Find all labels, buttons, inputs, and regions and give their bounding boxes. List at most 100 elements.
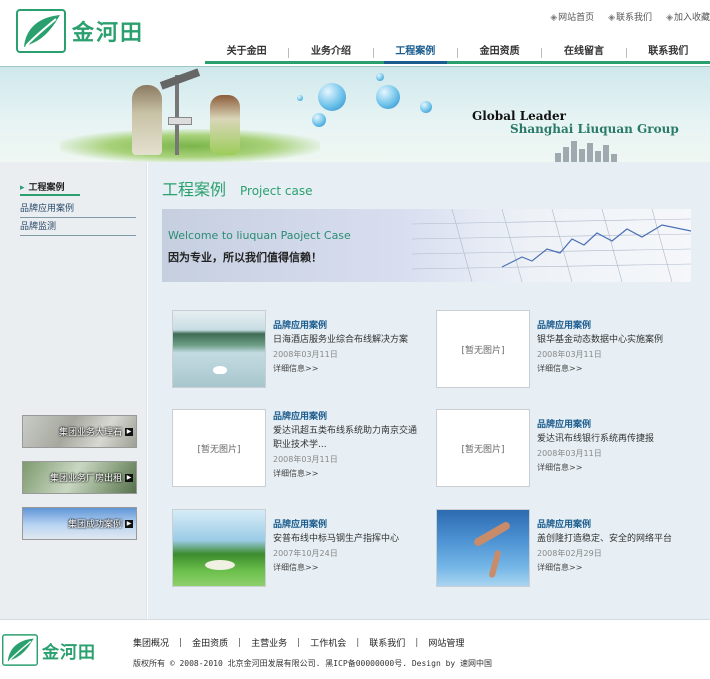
footer-link-overview[interactable]: 集团概况 [133,636,169,649]
nav-item-cases[interactable]: 工程案例 [374,42,457,64]
page-title-cn: 工程案例 [162,180,227,199]
main-nav: 关于金田 业务介绍 工程案例 金田资质 在线留言 联系我们 [205,42,710,64]
diver-shape [488,549,502,579]
case-card[interactable]: [暂无图片] 品牌应用案例 银华基金动态数据中心实施案例 2008年03月11日… [436,310,686,392]
case-description[interactable]: 盖创隆打造稳定、安全的网络平台 [537,532,697,546]
sidebar-title: ▸ 工程案例 [20,180,65,193]
case-more-link[interactable]: 详细信息>> [537,461,697,475]
case-thumbnail[interactable] [172,310,266,388]
case-info: 品牌应用案例 日海酒店服务业综合布线解决方案 2008年03月11日 详细信息>… [273,320,433,376]
case-card[interactable]: [暂无图片] 品牌应用案例 爱达讯超五类布线系统助力南京交通职业技术学... 2… [172,409,422,491]
top-link-home[interactable]: ◈网站首页 [550,10,594,23]
logo-text: 金河田 [42,642,96,663]
sidebar-banner-marble[interactable]: 集团业务大理石 ▶ [22,415,137,448]
case-category[interactable]: 品牌应用案例 [273,411,423,424]
page-title: 工程案例 Project case [162,176,312,200]
no-image-placeholder: [暂无图片] [461,444,505,455]
case-category[interactable]: 品牌应用案例 [537,320,697,333]
nav-item-business[interactable]: 业务介绍 [289,42,372,61]
play-arrow-icon: ▶ [125,473,133,482]
welcome-banner: Welcome to liuquan Paoject Case 因为专业，所以我… [162,209,691,282]
footer: 金河田 集团概况 | 金田资质 | 主营业务 | 工作机会 | 联系我们 | 网… [0,619,710,679]
footer-logo[interactable]: 金河田 [2,630,116,670]
case-card[interactable]: 品牌应用案例 盖创隆打造稳定、安全的网络平台 2008年02月29日 详细信息>… [436,509,686,591]
no-image-placeholder: [暂无图片] [197,444,241,455]
footer-divider: | [238,637,242,648]
play-arrow-icon: ▶ [125,427,133,436]
case-thumbnail[interactable]: [暂无图片] [436,310,530,388]
sidebar-item-brand-cases[interactable]: 品牌应用案例 [20,202,136,218]
case-card[interactable]: 品牌应用案例 日海酒店服务业综合布线解决方案 2008年03月11日 详细信息>… [172,310,422,392]
sidebar-item-brand-monitoring[interactable]: 品牌监测 [20,220,136,236]
case-more-link[interactable]: 详细信息>> [273,362,433,376]
case-description[interactable]: 爱达讯超五类布线系统助力南京交通职业技术学... [273,424,423,452]
top-link-contact[interactable]: ◈联系我们 [608,10,652,23]
sidebar-banner-label: 集团成功案例 [67,520,122,530]
case-date: 2008年03月11日 [537,350,602,359]
case-thumbnail[interactable]: [暂无图片] [436,409,530,487]
case-info: 品牌应用案例 盖创隆打造稳定、安全的网络平台 2008年02月29日 详细信息>… [537,519,697,575]
case-date: 2008年02月29日 [537,549,602,558]
nav-item-message[interactable]: 在线留言 [542,42,625,61]
case-more-link[interactable]: 详细信息>> [537,561,697,575]
stock-chart-graphic [412,209,691,282]
banner-sign [168,117,192,125]
arrow-right-icon: ▸ [20,183,25,193]
bubble-icon [318,83,346,111]
case-card[interactable]: 品牌应用案例 安普布线中标马钢生产指挥中心 2007年10月24日 详细信息>> [172,509,422,591]
top-link-bookmark[interactable]: ◈加入收藏 [666,10,710,23]
top-link-label: 加入收藏 [673,13,710,23]
case-date: 2008年03月11日 [273,350,338,359]
sidebar: ▸ 工程案例 品牌应用案例 品牌监测 集团业务大理石 ▶ 集团业务厂房出租 ▶ 集… [0,162,147,619]
case-thumbnail[interactable]: [暂无图片] [172,409,266,487]
case-more-link[interactable]: 详细信息>> [273,467,423,481]
nav-item-qualification[interactable]: 金田资质 [458,42,541,61]
sidebar-banner-factory[interactable]: 集团业务厂房出租 ▶ [22,461,137,494]
case-description[interactable]: 银华基金动态数据中心实施案例 [537,333,697,347]
case-thumbnail[interactable] [436,509,530,587]
sidebar-list: 品牌应用案例 品牌监测 [20,202,136,238]
case-date: 2008年03月11日 [537,449,602,458]
footer-divider: | [356,637,360,648]
footer-divider: | [179,637,183,648]
welcome-text-cn: 因为专业，所以我们值得信赖！ [168,251,322,264]
footer-link-qualification[interactable]: 金田资质 [192,636,228,649]
footer-link-jobs[interactable]: 工作机会 [310,636,346,649]
case-date: 2008年03月11日 [273,455,338,464]
case-more-link[interactable]: 详细信息>> [537,362,697,376]
case-category[interactable]: 品牌应用案例 [537,519,697,532]
banner-tagline-1: Global Leader [472,109,566,123]
copyright-text: 版权所有 © 2008-2010 北京金河田发展有限公司. 黑ICP备00000… [133,659,493,668]
footer-link-business[interactable]: 主营业务 [251,636,287,649]
golf-green-shape [205,560,235,570]
swan-shape [213,366,227,374]
site-logo[interactable]: 金河田 [16,8,166,54]
sidebar-banner-success[interactable]: 集团成功案例 ▶ [22,507,137,540]
case-category[interactable]: 品牌应用案例 [273,519,433,532]
main-content: 工程案例 Project case Welcome to liuquan Pao… [148,162,710,619]
case-category[interactable]: 品牌应用案例 [273,320,433,333]
top-links: ◈网站首页 ◈联系我们 ◈加入收藏 [550,10,710,23]
banner-grass [60,129,320,162]
case-description[interactable]: 爱达讯布线银行系统再传捷报 [537,432,697,446]
case-card[interactable]: [暂无图片] 品牌应用案例 爱达讯布线银行系统再传捷报 2008年03月11日 … [436,409,686,491]
case-description[interactable]: 安普布线中标马钢生产指挥中心 [273,532,433,546]
sidebar-banner-label: 集团业务厂房出租 [49,474,122,484]
nav-item-about[interactable]: 关于金田 [205,42,288,61]
banner-tagline-2: Shanghai Liuquan Group [510,122,679,136]
footer-link-contact[interactable]: 联系我们 [369,636,405,649]
case-thumbnail[interactable] [172,509,266,587]
case-description[interactable]: 日海酒店服务业综合布线解决方案 [273,333,433,347]
nav-item-contact[interactable]: 联系我们 [627,42,710,61]
case-category[interactable]: 品牌应用案例 [537,419,697,432]
bubble-icon [376,73,384,81]
case-more-link[interactable]: 详细信息>> [273,561,433,575]
diamond-bullet-icon: ◈ [666,13,673,23]
footer-link-admin[interactable]: 网站管理 [428,636,464,649]
banner-person [132,85,162,155]
banner-child [210,95,240,155]
header: 金河田 ◈网站首页 ◈联系我们 ◈加入收藏 关于金田 业务介绍 工程案例 金田资… [0,0,710,66]
banner-signpost [175,75,179,155]
diamond-bullet-icon: ◈ [550,13,558,23]
sidebar-title-label: 工程案例 [28,183,65,193]
